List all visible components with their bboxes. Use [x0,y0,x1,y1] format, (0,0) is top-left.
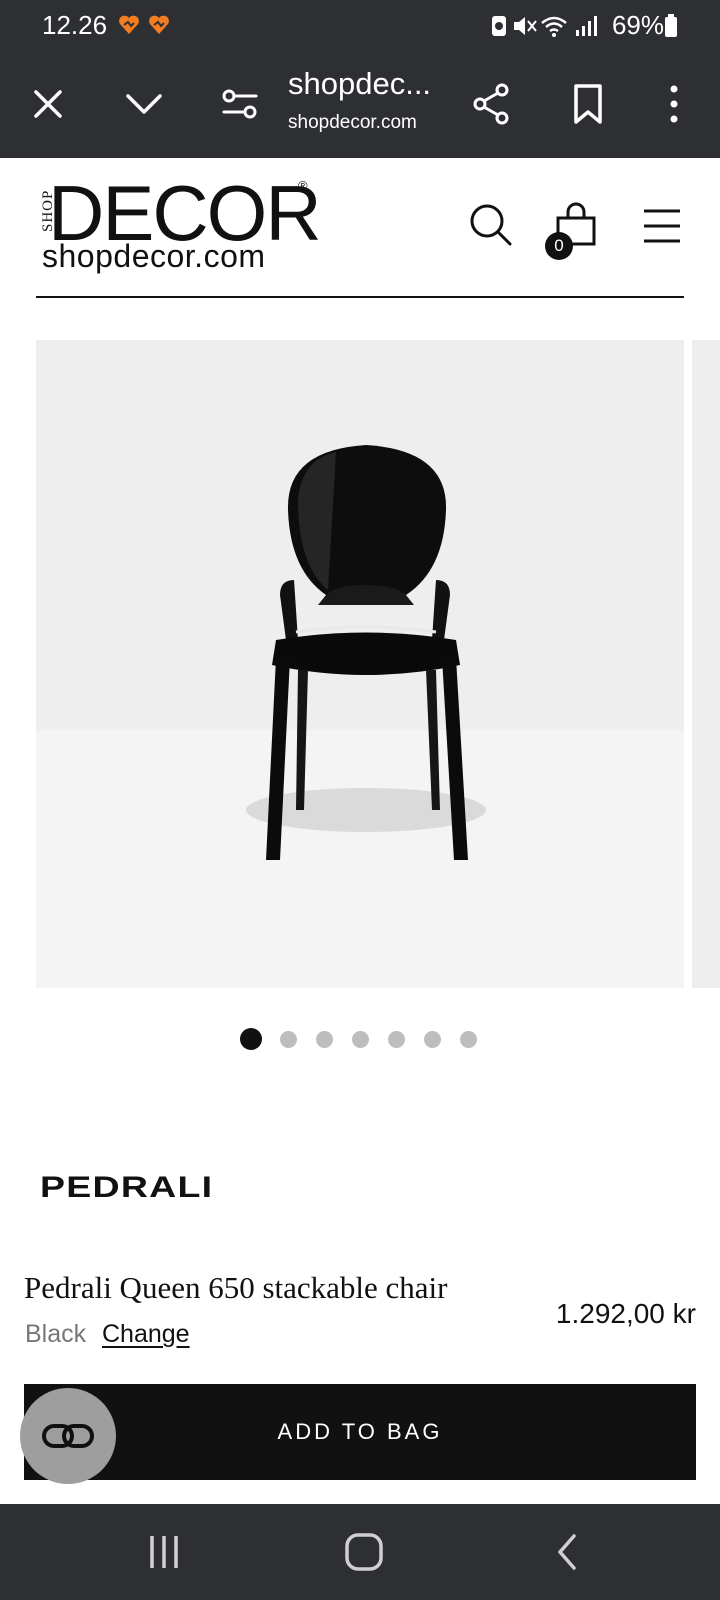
system-navigation-bar [0,1504,720,1600]
floating-action-button[interactable] [20,1388,116,1484]
change-variant-link[interactable]: Change [102,1320,190,1349]
carousel-dot[interactable] [388,1031,405,1048]
cart-count-badge[interactable]: 0 [545,232,573,260]
site-header: SHOP DECOR ® shopdecor.com 0 [0,158,720,298]
mute-icon [514,17,525,35]
search-icon[interactable] [468,202,514,248]
brand-logo[interactable]: PEDRALI [40,1171,213,1205]
signal-icon [576,30,579,36]
chair-illustration [246,445,486,860]
logo-domain-text: shopdecor.com [42,238,266,274]
more-vertical-icon[interactable] [650,80,698,128]
product-price: 1.292,00 kr [555,1298,696,1329]
recent-apps-icon[interactable] [144,1532,184,1572]
carousel-dot[interactable] [460,1031,477,1048]
wifi-icon [541,16,567,33]
shopdecor-logo[interactable]: SHOP DECOR ® shopdecor.com [40,174,322,278]
url-text[interactable]: shopdecor.com [288,112,417,134]
close-icon[interactable] [24,80,72,128]
battery-percent: 69% [611,10,664,40]
bookmark-icon[interactable] [564,80,612,128]
product-image[interactable] [36,340,684,988]
product-title: Pedrali Queen 650 stackable chair [24,1270,448,1305]
battery-icon [665,14,677,37]
browser-toolbar: shopdec... shopdecor.com [0,50,720,158]
heart-notification-icon [119,15,169,34]
carousel-dot[interactable] [424,1031,441,1048]
header-divider [36,296,684,298]
carousel-dot[interactable] [280,1031,297,1048]
site-settings-icon[interactable] [216,80,264,128]
share-icon[interactable] [468,80,516,128]
add-to-bag-button[interactable]: ADD TO BAG [24,1384,696,1480]
system-status-icons [492,16,597,37]
chevron-down-icon[interactable] [120,80,168,128]
status-bar: 12.26 69% [0,0,720,50]
home-icon[interactable] [344,1532,384,1572]
carousel-dot[interactable] [352,1031,369,1048]
back-icon[interactable] [548,1532,588,1572]
tab-title[interactable]: shopdec... [288,66,431,102]
menu-icon[interactable] [642,206,682,246]
carousel-dot[interactable] [316,1031,333,1048]
next-product-image-peek[interactable] [692,340,720,988]
link-icon [42,1424,94,1448]
status-time: 12.26 [42,10,108,40]
logo-registered-mark: ® [298,178,308,193]
variant-color: Black [25,1320,87,1348]
carousel-dot[interactable] [240,1028,262,1050]
